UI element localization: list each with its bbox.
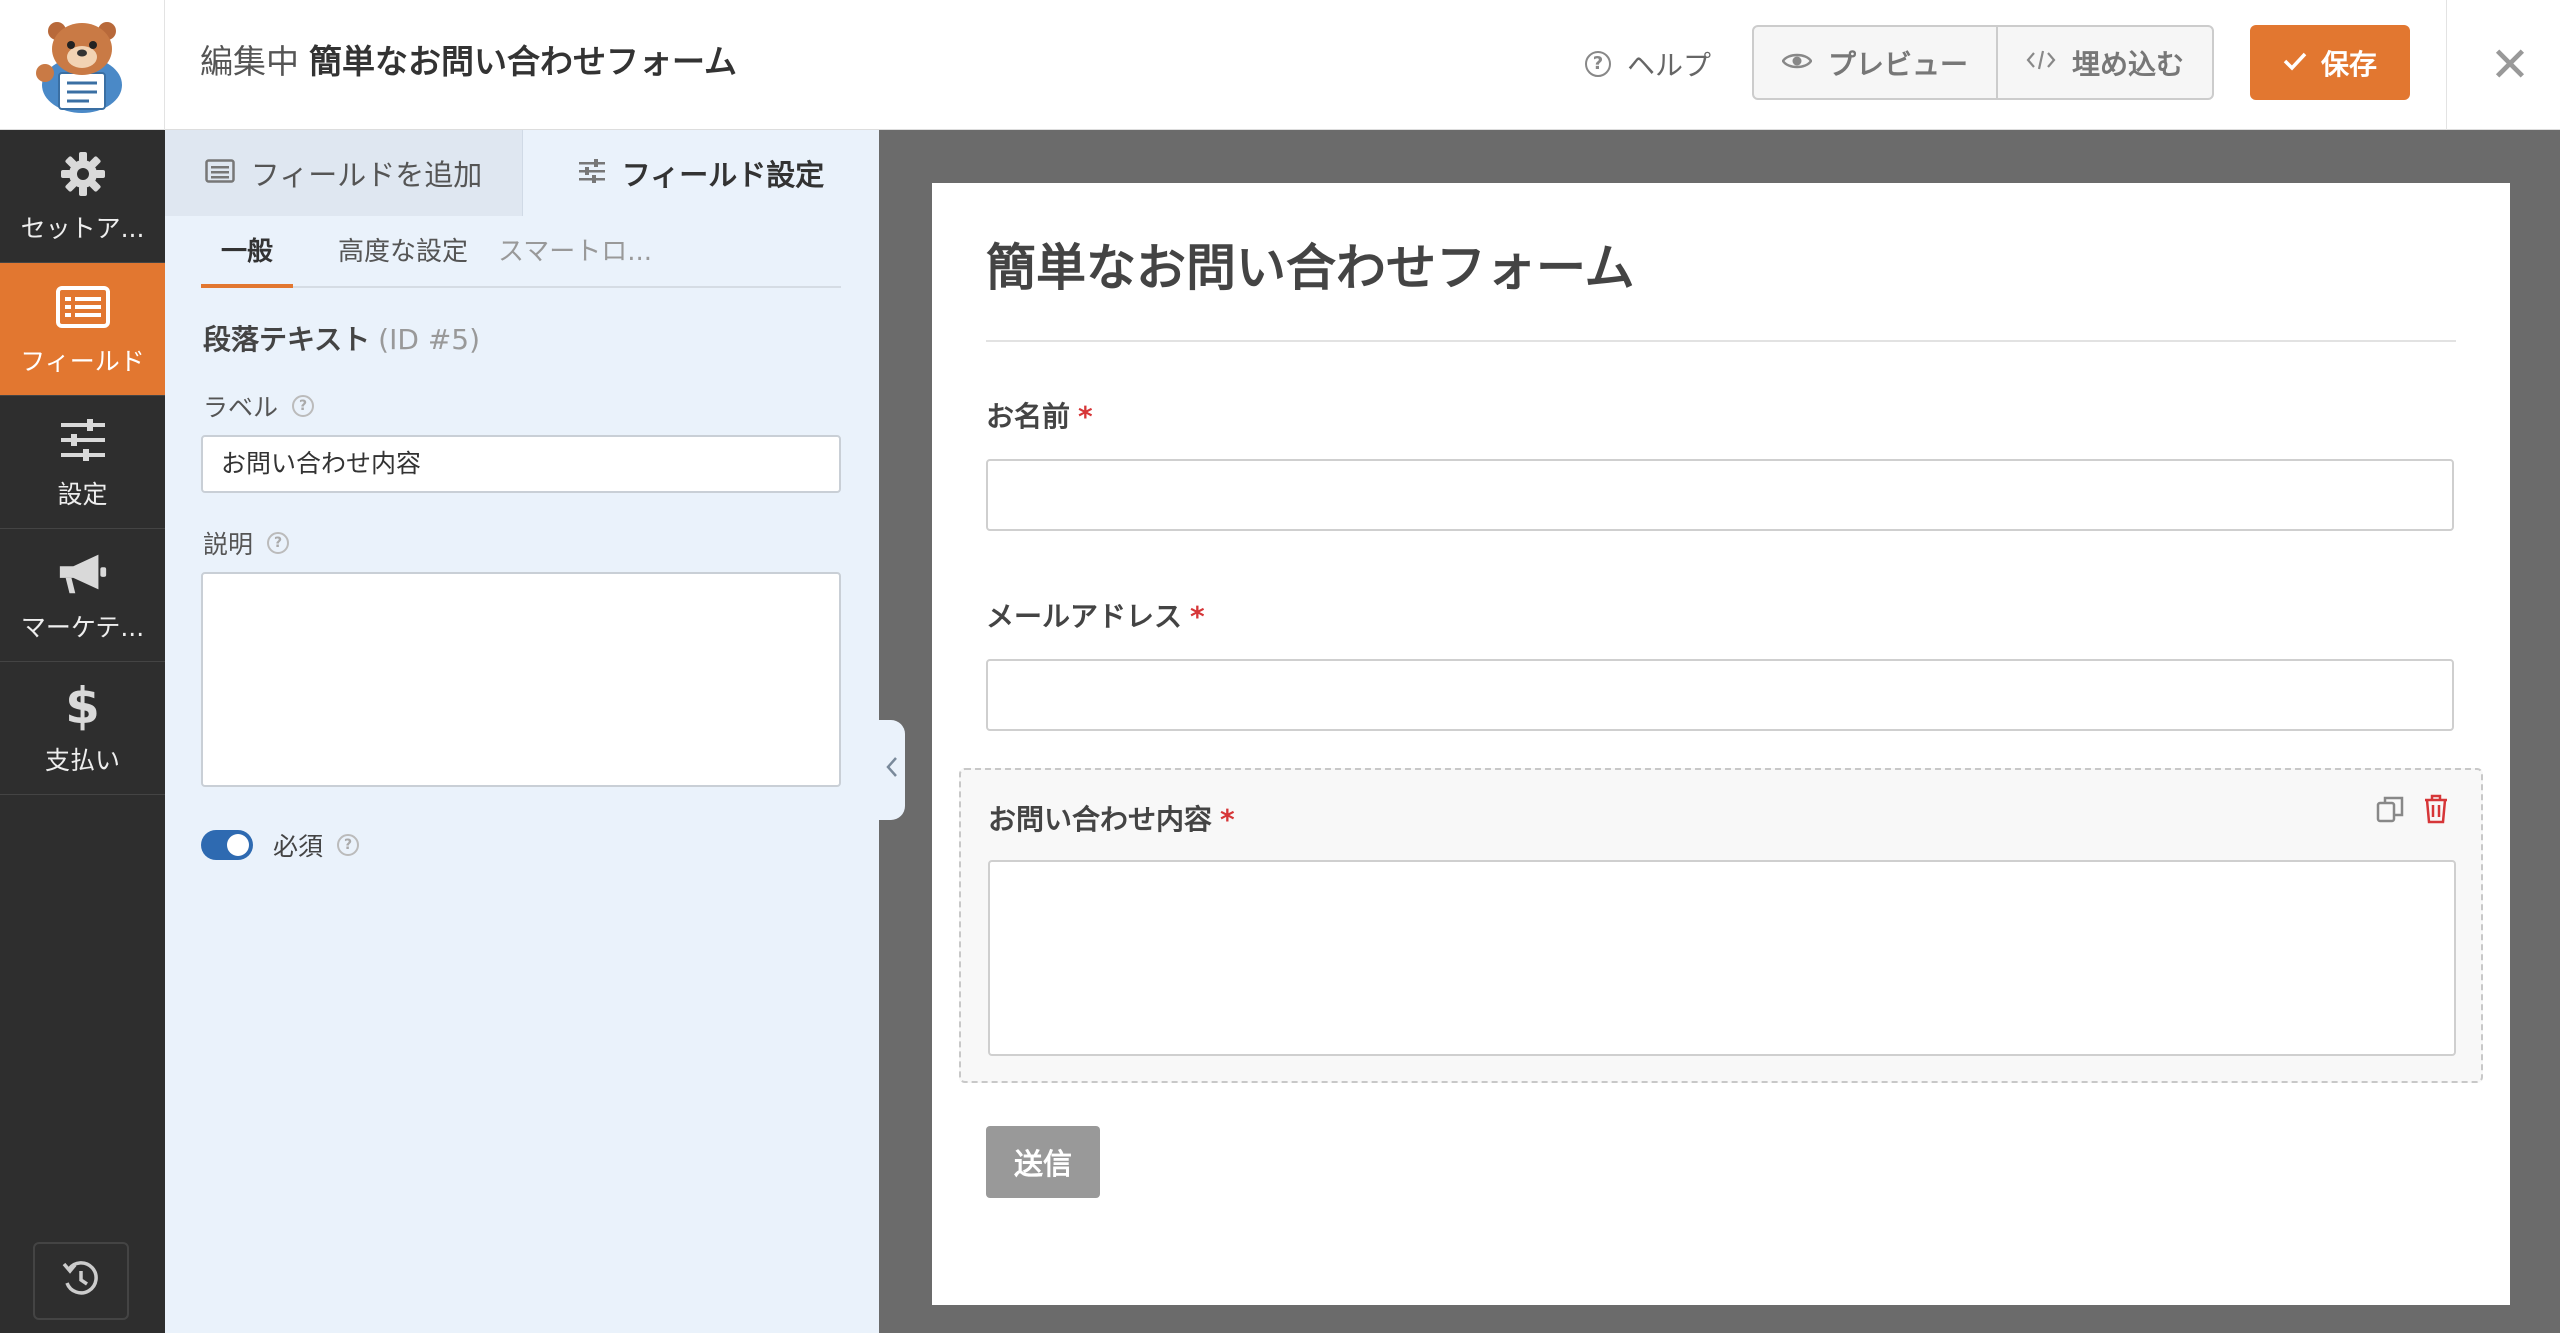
description-title-text: 説明 — [203, 530, 254, 559]
preview-button[interactable]: プレビュー — [1754, 27, 1998, 98]
save-button[interactable]: 保存 — [2250, 25, 2410, 100]
required-toggle[interactable] — [201, 830, 253, 860]
dollar-icon: $ — [65, 677, 100, 735]
field-options-panel: フィールドを追加 フィールド設定 一般 高度な設定 スマートロ... 段落テキス… — [165, 130, 879, 1333]
field-actions — [2361, 792, 2453, 826]
tab-field-options[interactable]: フィールド設定 — [523, 130, 879, 216]
sidebar-item-fields[interactable]: フィールド — [0, 263, 165, 396]
gear-icon — [56, 147, 110, 201]
form-title-header: 編集中 簡単なお問い合わせフォーム — [200, 38, 737, 86]
field-subtabs: 一般 高度な設定 スマートロ... — [201, 222, 841, 288]
eye-icon — [1781, 48, 1813, 78]
duplicate-icon[interactable] — [2373, 792, 2407, 826]
field-label-text: お問い合わせ内容 — [988, 803, 1213, 836]
title-divider — [986, 340, 2456, 342]
save-label: 保存 — [2320, 47, 2377, 81]
field-label-text: お名前 — [986, 400, 1071, 433]
sidebar-item-label: 支払い — [44, 746, 120, 775]
revisions-history-button[interactable] — [33, 1242, 129, 1320]
embed-label: 埋め込む — [2071, 47, 2184, 81]
history-icon — [61, 1259, 101, 1303]
help-tooltip-icon[interactable]: ? — [267, 532, 290, 554]
help-tooltip-icon[interactable]: ? — [337, 834, 360, 856]
field-label-name[interactable]: お名前 * — [986, 395, 1093, 435]
help-tooltip-icon[interactable]: ? — [292, 395, 315, 417]
required-asterisk: * — [1078, 400, 1093, 433]
sidebar-item-payments[interactable]: $ 支払い — [0, 662, 165, 795]
subtab-advanced[interactable]: 高度な設定 — [338, 231, 468, 286]
subtab-smart-logic[interactable]: スマートロ... — [498, 231, 652, 286]
sidebar-item-marketing[interactable]: マーケテ... — [0, 529, 165, 662]
panel-tabs: フィールドを追加 フィールド設定 — [165, 130, 879, 216]
header-divider — [2446, 0, 2447, 130]
sidebar-item-setup[interactable]: セットア... — [0, 130, 165, 263]
megaphone-icon — [56, 546, 110, 600]
close-icon[interactable]: ✕ — [2480, 35, 2540, 95]
field-label-text: メールアドレス — [986, 600, 1183, 633]
form-preview-title: 簡単なお問い合わせフォーム — [986, 239, 1635, 297]
list-icon — [205, 156, 235, 190]
sliders-icon — [56, 413, 110, 467]
help-button[interactable]: ? ヘルプ — [1585, 40, 1711, 88]
form-preview-canvas: 簡単なお問い合わせフォーム お名前 * メールアドレス * お問い合わせ内容 * 送信 — [932, 183, 2510, 1305]
label-title-text: ラベル — [203, 393, 279, 422]
field-type-name: 段落テキスト — [203, 323, 371, 356]
required-asterisk: * — [1190, 600, 1205, 633]
sidebar-item-label: 設定 — [57, 480, 108, 509]
help-label: ヘルプ — [1627, 49, 1712, 82]
chevron-left-icon — [885, 755, 899, 786]
wpforms-logo — [0, 0, 165, 130]
tab-add-fields[interactable]: フィールドを追加 — [165, 130, 523, 216]
sidebar-item-label: フィールド — [20, 347, 145, 376]
label-option-title: ラベル ? — [203, 388, 315, 424]
label-field[interactable]: お問い合わせ内容 — [201, 435, 841, 493]
tab-field-options-label: フィールド設定 — [621, 158, 825, 192]
name-input[interactable] — [986, 459, 2454, 531]
preview-label: プレビュー — [1827, 47, 1968, 81]
email-input[interactable] — [986, 659, 2454, 731]
tab-add-fields-label: フィールドを追加 — [250, 158, 483, 192]
builder-sidebar: セットア... フィールド 設定 マーケテ... $ 支払い — [0, 130, 165, 1333]
code-icon — [2026, 48, 2056, 78]
field-label-inquiry: お問い合わせ内容 * — [988, 798, 1235, 838]
preview-embed-group: プレビュー 埋め込む — [1752, 25, 2214, 100]
field-type-heading: 段落テキスト (ID #5) — [203, 318, 480, 358]
sliders-icon — [578, 156, 606, 190]
description-option-title: 説明 ? — [203, 525, 290, 561]
collapse-panel-button[interactable] — [879, 720, 905, 820]
question-icon: ? — [1585, 51, 1611, 77]
fields-list-icon — [55, 280, 110, 334]
submit-button[interactable]: 送信 — [986, 1126, 1100, 1198]
description-textarea[interactable] — [201, 572, 841, 787]
required-toggle-row: 必須 ? — [201, 825, 360, 865]
bear-mascot-icon — [36, 22, 122, 113]
field-label-email[interactable]: メールアドレス * — [986, 595, 1205, 635]
embed-button[interactable]: 埋め込む — [1998, 27, 2212, 98]
checkmark-icon — [2283, 48, 2307, 78]
sidebar-item-label: セットア... — [20, 214, 145, 243]
form-name: 簡単なお問い合わせフォーム — [309, 42, 738, 81]
sidebar-item-label: マーケテ... — [20, 613, 145, 642]
trash-icon[interactable] — [2419, 792, 2453, 826]
field-id: (ID #5) — [378, 323, 481, 356]
editing-prefix: 編集中 — [200, 42, 299, 81]
subtab-general[interactable]: 一般 — [201, 231, 294, 288]
sidebar-item-settings[interactable]: 設定 — [0, 396, 165, 529]
top-bar: 編集中 簡単なお問い合わせフォーム ? ヘルプ プレビュー 埋め込む 保存 ✕ — [0, 0, 2560, 130]
required-label: 必須 — [273, 832, 324, 861]
selected-field-inquiry[interactable]: お問い合わせ内容 * — [959, 768, 2483, 1083]
required-asterisk: * — [1220, 803, 1235, 836]
toggle-knob — [227, 834, 249, 856]
inquiry-textarea[interactable] — [988, 860, 2456, 1056]
